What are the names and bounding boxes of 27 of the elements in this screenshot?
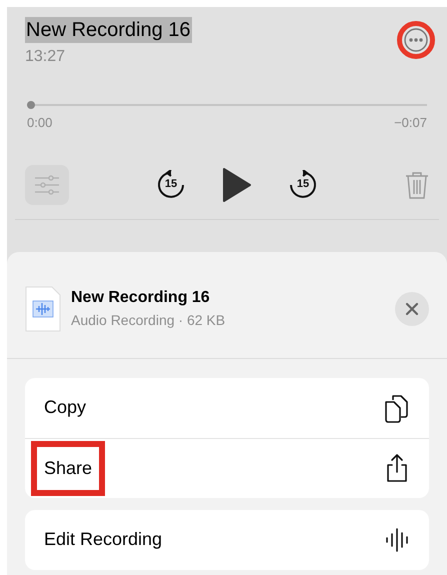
play-button[interactable] [222,166,252,202]
trash-icon[interactable] [405,170,429,198]
skip-forward-button[interactable]: 15 [288,170,318,200]
audio-file-icon [25,286,61,332]
file-name: New Recording 16 [71,288,211,308]
playback-slider[interactable] [27,101,427,109]
slider-thumb[interactable] [27,101,35,109]
close-icon [405,302,419,316]
more-icon [404,28,428,52]
skip-back-button[interactable]: 15 [156,170,186,200]
sliders-icon [35,174,59,196]
file-info: Audio Recording · 62 KB [71,310,226,330]
action-row[interactable]: Edit Recording [25,510,429,570]
action-row[interactable]: Share [25,438,429,498]
remaining-time: −0:07 [394,114,427,132]
elapsed-time: 0:00 [27,114,52,132]
recording-time: 13:27 [25,47,66,67]
settings-button[interactable] [25,164,69,204]
share-icon [384,453,410,483]
close-button[interactable] [395,292,429,326]
recording-title: New Recording 16 [25,17,192,43]
documents-icon [384,392,410,422]
action-label: Edit Recording [44,528,162,551]
action-label: Copy [44,396,86,419]
more-button[interactable] [397,21,435,59]
action-row[interactable]: Copy [25,378,429,438]
action-label: Share [31,440,106,496]
